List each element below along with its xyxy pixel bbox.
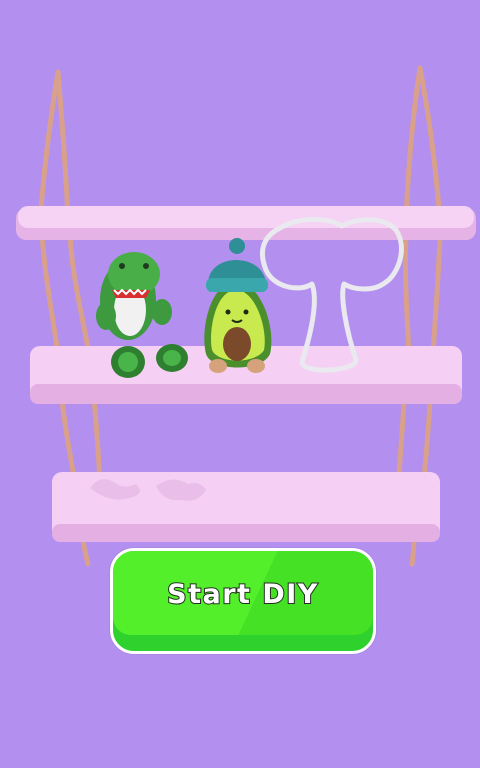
shelf-top — [16, 206, 476, 240]
start-diy-button[interactable]: Start DIY — [110, 548, 376, 654]
shelf-bottom — [52, 472, 440, 542]
start-diy-button-label: Start DIY — [166, 578, 319, 611]
